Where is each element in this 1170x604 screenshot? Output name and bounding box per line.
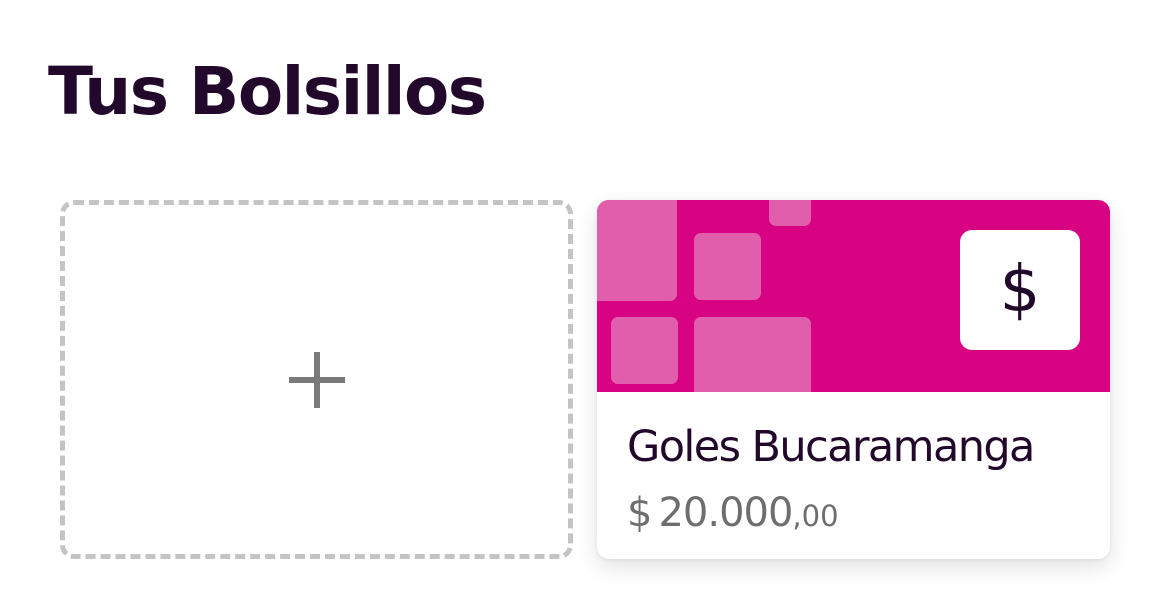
amount-integer: 20.000	[658, 490, 793, 536]
plus-icon	[288, 351, 345, 408]
pockets-screen: Tus Bolsillos $ Goles Bucaramanga $ 20.0…	[0, 0, 1170, 604]
pocket-balance: $20.000,00	[627, 490, 839, 544]
page-title: Tus Bolsillos	[48, 53, 487, 130]
dollar-icon: $	[960, 230, 1080, 350]
currency-symbol: $	[627, 490, 653, 536]
pocket-card[interactable]: $ Goles Bucaramanga $20.000,00	[597, 200, 1110, 559]
add-pocket-button[interactable]	[60, 200, 573, 559]
dollar-icon-glyph: $	[999, 253, 1041, 327]
pocket-banner: $	[597, 200, 1110, 392]
pocket-name: Goles Bucaramanga	[627, 422, 1035, 472]
amount-decimal: ,00	[792, 499, 839, 533]
